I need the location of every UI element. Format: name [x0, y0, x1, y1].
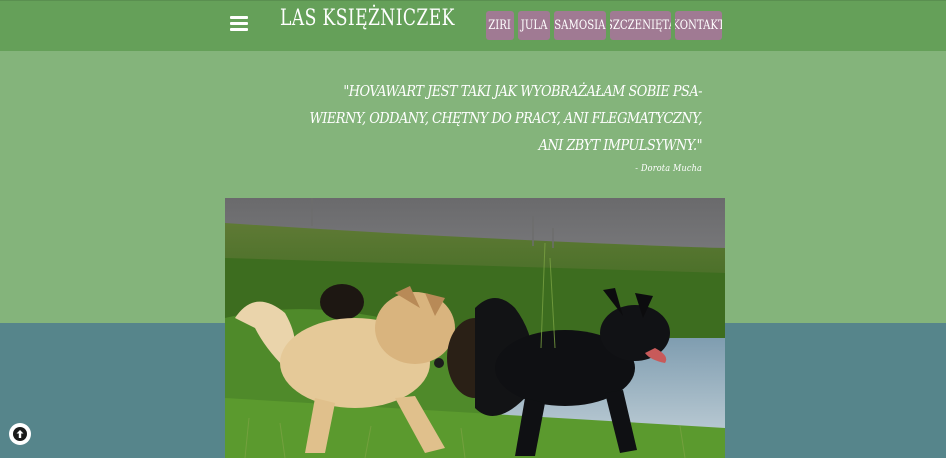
nav-item-jula[interactable]: jula	[518, 11, 550, 40]
nav-item-label: samosia	[554, 18, 606, 33]
nav-item-samosia[interactable]: samosia	[554, 11, 606, 40]
nav-item-label: szczenięta	[610, 18, 671, 33]
quote-text: "Hovawart jest taki jak wyobrażałam sobi…	[296, 78, 703, 159]
nav-item-label: ziri	[488, 18, 512, 33]
nav-item-label: jula	[520, 18, 548, 33]
quote-line: "Hovawart jest taki jak wyobrażałam sobi…	[343, 82, 702, 100]
nav-item-ziri[interactable]: ziri	[486, 11, 514, 40]
nav-item-label: kontakt	[675, 18, 722, 33]
site-title[interactable]: LAS KSIĘŻNICZEK	[280, 6, 455, 31]
scroll-to-top-button[interactable]	[9, 423, 31, 445]
hamburger-menu-icon[interactable]	[230, 16, 248, 32]
quote-author: - Dorota Mucha	[635, 164, 702, 174]
top-navigation-bar: LAS KSIĘŻNICZEK ziri jula samosia szczen…	[0, 0, 946, 51]
nav-item-kontakt[interactable]: kontakt	[675, 11, 722, 40]
dogs-running-photo	[225, 198, 725, 458]
nav-item-szczenieta[interactable]: szczenięta	[610, 11, 671, 40]
testimonial-quote: "Hovawart jest taki jak wyobrażałam sobi…	[230, 78, 703, 174]
arrow-up-circle-icon	[13, 427, 27, 441]
quote-line: wierny, oddany, chętny do pracy, ani fle…	[309, 109, 703, 154]
